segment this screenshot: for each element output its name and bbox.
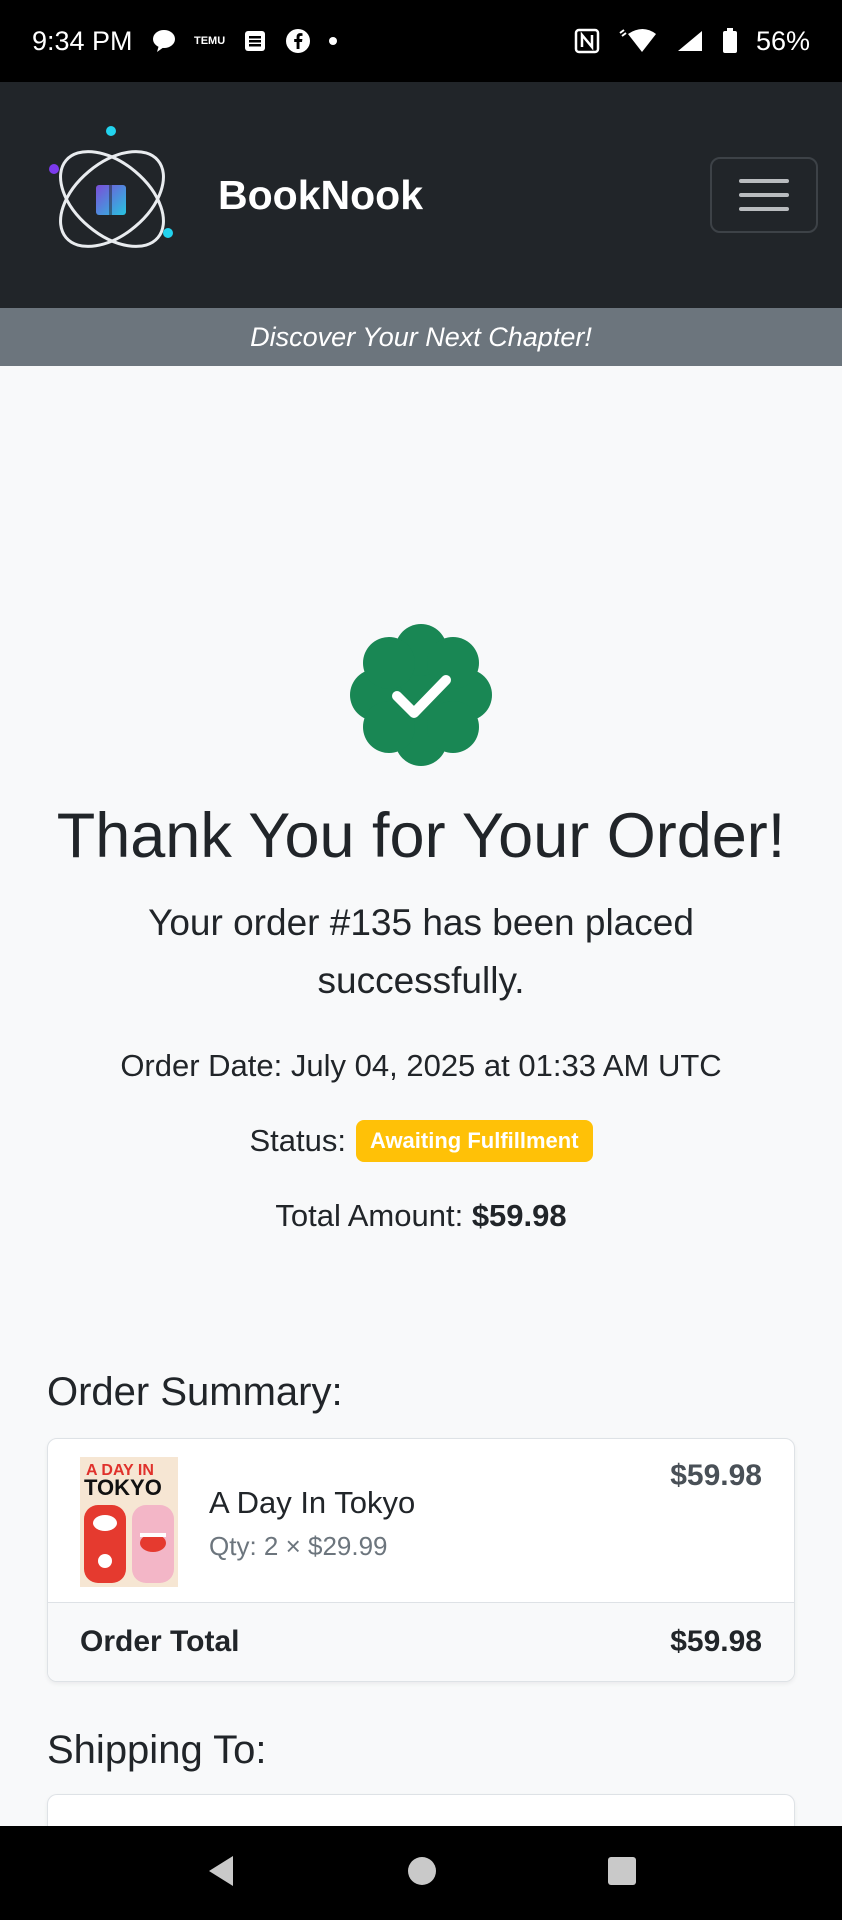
status-badge: Awaiting Fulfillment bbox=[355, 1120, 593, 1162]
order-total-row: Order Total $59.98 bbox=[48, 1603, 794, 1681]
cover-title-line2: TOKYO bbox=[84, 1475, 162, 1500]
total-amount: Total Amount: $59.98 bbox=[0, 1198, 842, 1234]
brand-name[interactable]: BookNook bbox=[218, 172, 423, 219]
more-notifications-dot bbox=[328, 37, 337, 45]
temu-icon: TEMU bbox=[193, 35, 226, 47]
battery-icon bbox=[722, 28, 738, 54]
order-confirmation: Thank You for Your Order! Your order #13… bbox=[0, 620, 842, 1234]
chat-bubble-icon bbox=[151, 28, 177, 54]
lead-prefix: Your order bbox=[148, 902, 320, 943]
hamburger-icon-line bbox=[739, 193, 789, 197]
battery-level: 56% bbox=[755, 25, 810, 56]
hamburger-icon-line bbox=[739, 207, 789, 211]
order-number: #135 bbox=[329, 902, 413, 943]
shipping-heading: Shipping To: bbox=[47, 1728, 267, 1772]
recents-icon[interactable] bbox=[607, 1856, 637, 1891]
system-navigation-bar bbox=[0, 1826, 842, 1920]
order-total-label: Order Total bbox=[80, 1625, 240, 1658]
tagline-banner: Discover Your Next Chapter! bbox=[0, 308, 842, 366]
item-quantity: Qty: 2 × $29.99 bbox=[209, 1531, 388, 1561]
order-status: Status: Awaiting Fulfillment bbox=[0, 1120, 842, 1162]
facebook-icon bbox=[285, 28, 311, 54]
status-time: 9:34 PM bbox=[32, 25, 133, 56]
item-price: $59.98 bbox=[670, 1459, 762, 1492]
order-date-value: July 04, 2025 at 01:33 AM UTC bbox=[290, 1048, 722, 1083]
success-badge-icon bbox=[350, 624, 492, 766]
total-amount-label: Total Amount: bbox=[275, 1198, 464, 1233]
order-total-value: $59.98 bbox=[670, 1625, 762, 1658]
order-placed-message: Your order #135 has been placed successf… bbox=[111, 894, 731, 1010]
signal-icon bbox=[676, 29, 704, 53]
wifi-icon bbox=[618, 28, 658, 54]
menu-toggle-button[interactable] bbox=[710, 157, 818, 233]
order-item-row: A DAY IN TOKYO A Day In Tokyo Qty: 2 × $… bbox=[48, 1439, 794, 1603]
back-icon[interactable] bbox=[205, 1854, 237, 1893]
page-title: Thank You for Your Order! bbox=[56, 801, 786, 871]
total-amount-value: $59.98 bbox=[471, 1198, 567, 1233]
item-name[interactable]: A Day In Tokyo bbox=[209, 1485, 415, 1521]
hamburger-icon bbox=[739, 179, 789, 183]
order-summary-card: A DAY IN TOKYO A Day In Tokyo Qty: 2 × $… bbox=[47, 1438, 795, 1682]
booknook-logo[interactable] bbox=[48, 125, 176, 265]
order-date-label: Order Date: bbox=[120, 1048, 283, 1083]
top-navbar: BookNook bbox=[0, 82, 842, 308]
status-label: Status: bbox=[249, 1123, 346, 1158]
app-icon bbox=[243, 29, 267, 53]
book-cover-image[interactable]: A DAY IN TOKYO bbox=[80, 1457, 178, 1587]
nfc-icon bbox=[574, 28, 600, 54]
home-icon[interactable] bbox=[407, 1856, 437, 1891]
status-bar: 9:34 PM TEMU 56% bbox=[0, 0, 842, 82]
order-summary-heading: Order Summary: bbox=[47, 1370, 343, 1414]
order-date: Order Date: July 04, 2025 at 01:33 AM UT… bbox=[0, 1048, 842, 1084]
